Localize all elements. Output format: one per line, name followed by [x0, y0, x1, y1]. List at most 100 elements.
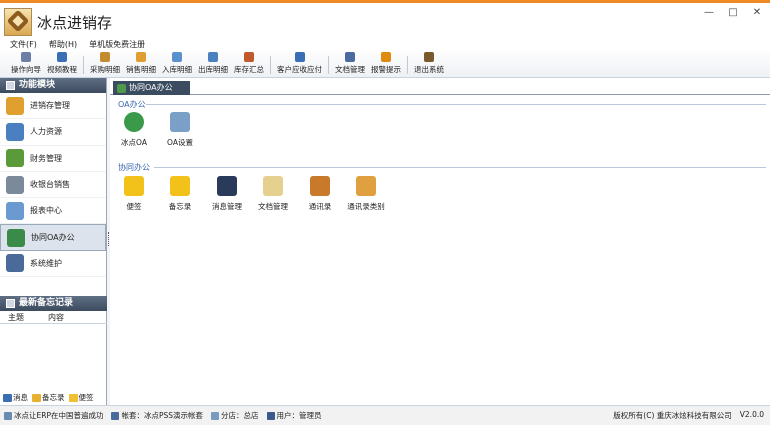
modules-title: 功能模块	[19, 80, 56, 90]
menu-file[interactable]: 文件(F)	[10, 38, 37, 52]
footer-label: 便签	[78, 393, 94, 402]
launcher-chat[interactable]: 消息管理	[205, 176, 249, 212]
sticky-note-icon	[68, 393, 78, 402]
launcher-settings[interactable]: OA设置	[158, 112, 202, 148]
contact-category-icon	[356, 176, 376, 196]
cart-icon	[136, 52, 146, 62]
message-icon	[3, 393, 12, 402]
launcher-documents[interactable]: 文档管理	[251, 176, 295, 212]
toolbar-separator	[83, 56, 84, 74]
report-icon	[6, 201, 24, 220]
toolbar-button-customer[interactable]: 客户应收应付	[274, 52, 325, 77]
version-text: V2.0.0	[739, 410, 764, 419]
memo-panel: 最新备忘记录 主题 内容	[0, 296, 107, 324]
tab-oa[interactable]: 协同OA办公	[113, 81, 190, 95]
toolbar-button-purchase[interactable]: 采购明细	[87, 52, 123, 77]
module-label: 财务管理	[30, 153, 62, 163]
toolbar-button-label: 库存汇总	[234, 65, 264, 74]
memo-col-content[interactable]: 内容	[40, 311, 80, 323]
tools-icon	[6, 254, 24, 273]
module-item-tools[interactable]: 系统维护	[0, 251, 106, 278]
module-item-report[interactable]: 报表中心	[0, 198, 106, 225]
modules-header: 功能模块	[0, 78, 106, 93]
status-user: 用户：管理员	[266, 410, 322, 421]
menu-register[interactable]: 单机版免费注册	[89, 38, 145, 52]
toolbar-button-label: 文档管理	[335, 65, 365, 74]
toolbar-button-alarm[interactable]: 报警提示	[368, 52, 404, 77]
toolbar-button-label: 销售明细	[126, 65, 156, 74]
wand-icon	[21, 52, 31, 62]
toolbar-button-document[interactable]: 文档管理	[332, 52, 368, 77]
toolbar-button-label: 退出系统	[414, 65, 444, 74]
customer-icon	[294, 52, 305, 62]
launcher-memo-pencil[interactable]: 备忘录	[158, 176, 202, 212]
user-icon	[266, 411, 275, 420]
toolbar-button-label: 采购明细	[90, 65, 120, 74]
module-item-oa[interactable]: 协同OA办公	[0, 224, 106, 251]
oa-icon	[7, 228, 25, 247]
status-store: 分店：总店	[211, 410, 259, 421]
memo-pencil-icon	[170, 176, 190, 196]
module-item-people[interactable]: 人力资源	[0, 119, 106, 146]
toolbar-button-outbound[interactable]: 出库明细	[195, 52, 231, 77]
app-title: 冰点进销存	[37, 14, 113, 32]
toolbar-button-stock[interactable]: 库存汇总	[231, 52, 267, 77]
launcher-label: 备忘录	[168, 202, 192, 211]
memo-header-icon	[6, 299, 15, 308]
launcher-address-book[interactable]: 通讯录	[298, 176, 342, 212]
launcher-globe[interactable]: 冰点OA	[112, 112, 156, 148]
launcher-label: 便签	[126, 202, 142, 211]
memo-header: 最新备忘记录	[0, 296, 107, 311]
launcher-contact-category[interactable]: 通讯录类别	[344, 176, 388, 212]
toolbar-button-cart[interactable]: 销售明细	[123, 52, 159, 77]
footer-label: 消息	[13, 393, 28, 402]
launcher-label: 消息管理	[212, 202, 242, 211]
toolbar-button-wand[interactable]: 操作向导	[8, 52, 44, 77]
app-logo-icon	[4, 8, 32, 36]
modules-header-icon	[6, 81, 15, 90]
launcher-sticky-note[interactable]: 便签	[112, 176, 156, 212]
toolbar-separator	[407, 56, 408, 74]
alarm-icon	[381, 52, 391, 62]
left-footer: 消息 备忘录 便签	[3, 392, 94, 403]
status-text: 分店：总店	[221, 411, 259, 420]
toolbar-button-label: 出库明细	[198, 65, 228, 74]
globe-icon	[124, 112, 144, 132]
toolbar: 操作向导 视频教程 采购明细 销售明细 入库明细 出库明细 库存汇总 客户应收应付 文档管理 报警…	[0, 52, 770, 78]
toolbar-button-label: 视频教程	[47, 65, 77, 74]
status-text: 用户：管理员	[276, 411, 322, 420]
title-bar: 冰点进销存 — □ ✕	[0, 0, 770, 38]
toolbar-button-label: 客户应收应付	[277, 65, 322, 74]
close-button[interactable]: ✕	[750, 6, 764, 20]
memo-col-subject[interactable]: 主题	[0, 311, 40, 323]
footer-memo[interactable]: 备忘录	[32, 392, 65, 403]
toolbar-button-exit[interactable]: 退出系统	[411, 52, 447, 77]
launcher-label: 文档管理	[258, 202, 288, 211]
module-item-cashier[interactable]: 收银台销售	[0, 172, 106, 199]
menu-help[interactable]: 帮助(H)	[49, 38, 77, 52]
status-text: 帐套：冰点PSS演示帐套	[121, 411, 204, 420]
toolbar-button-inbound[interactable]: 入库明细	[159, 52, 195, 77]
module-label: 收银台销售	[30, 180, 70, 190]
sticky-note-icon	[124, 176, 144, 196]
launcher-label: OA设置	[167, 138, 193, 147]
module-item-inventory[interactable]: 进销存管理	[0, 93, 106, 120]
oa-tab-icon	[117, 83, 126, 93]
module-label: 协同OA办公	[31, 233, 75, 243]
maximize-button[interactable]: □	[726, 6, 740, 20]
toolbar-button-label: 操作向导	[11, 65, 41, 74]
people-icon	[6, 122, 24, 141]
settings-icon	[170, 112, 190, 132]
footer-message[interactable]: 消息	[3, 392, 28, 403]
module-list: 进销存管理 人力资源财务管理收银台销售报表中心协同OA办公系统维护	[0, 93, 106, 278]
info-icon	[4, 411, 12, 420]
tab-oa-label: 协同OA办公	[129, 83, 173, 92]
splitter-grip[interactable]	[108, 232, 109, 246]
footer-sticky-note[interactable]: 便签	[68, 392, 94, 403]
main-area: 协同OA办公 OA办公 冰点OA OA设置 协同办公 便签 备忘录 消息管理 文档管理 通…	[110, 78, 770, 405]
module-item-finance[interactable]: 财务管理	[0, 146, 106, 172]
toolbar-button-film[interactable]: 视频教程	[44, 52, 80, 77]
module-label: 报表中心	[30, 206, 62, 216]
tab-strip: 协同OA办公	[110, 78, 770, 95]
minimize-button[interactable]: —	[702, 6, 716, 20]
